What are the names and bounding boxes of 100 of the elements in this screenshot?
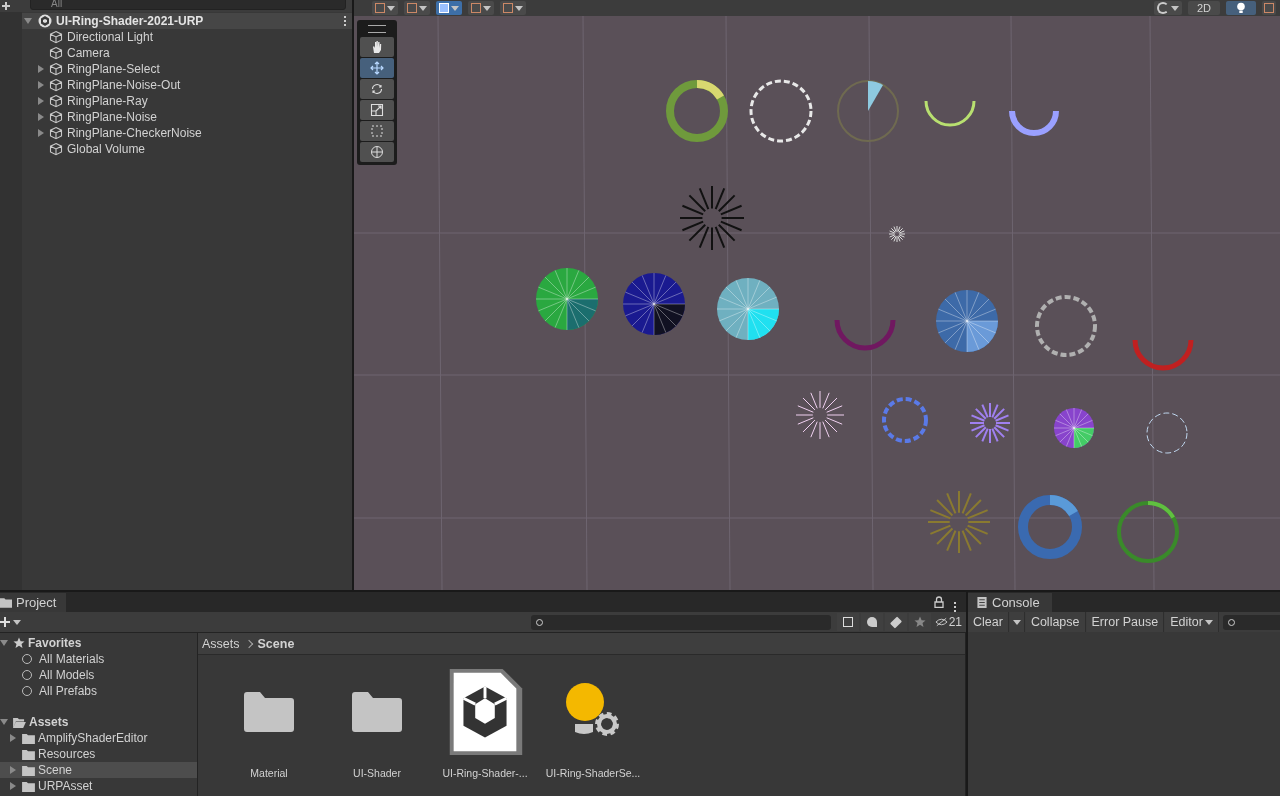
ring-effect-drawing — [1132, 339, 1194, 371]
ring-effect-drawing — [927, 490, 991, 554]
asset-name[interactable]: UI-Ring-ShaderSe... — [545, 767, 641, 779]
gizmo-icon[interactable] — [372, 1, 398, 15]
game-object-name[interactable]: RingPlane-Select — [67, 62, 160, 76]
ring-effect-drawing — [1018, 495, 1082, 559]
game-object-name[interactable]: Directional Light — [67, 30, 154, 44]
console-icon — [976, 597, 988, 608]
ring-effect-drawing — [882, 397, 928, 443]
game-object-name[interactable]: RingPlane-Noise — [67, 110, 158, 124]
foldout-arrow-icon[interactable] — [38, 129, 44, 137]
game-object-name[interactable]: RingPlane-Ray — [67, 94, 148, 108]
asset-folder-row[interactable]: URPAsset — [0, 778, 197, 794]
ring-effect-drawing — [679, 185, 745, 251]
ring-effect-drawing — [1035, 295, 1097, 357]
tag-icon[interactable] — [884, 613, 907, 631]
foldout-arrow-icon[interactable] — [10, 766, 16, 774]
move-icon — [370, 61, 384, 75]
grid-icon[interactable] — [500, 1, 526, 15]
ring-effect-drawing — [535, 267, 599, 331]
foldout-arrow-icon[interactable] — [0, 640, 8, 646]
game-object-name[interactable]: Camera — [67, 46, 110, 60]
drag-handle-icon[interactable] — [368, 25, 386, 33]
snap-icon[interactable] — [468, 1, 494, 15]
scale-icon — [370, 103, 384, 117]
favorite-search-item[interactable]: All Prefabs — [39, 684, 98, 698]
rect-tool-button[interactable] — [360, 121, 394, 141]
cube-view-icon[interactable] — [404, 1, 430, 15]
cube-icon — [49, 126, 63, 140]
ring-effect-drawing — [834, 319, 896, 351]
foldout-arrow-icon[interactable] — [10, 734, 16, 742]
star-icon — [13, 637, 25, 649]
add-icon[interactable] — [2, 2, 10, 10]
folder-icon[interactable] — [244, 692, 294, 732]
assets-label[interactable]: Assets — [29, 715, 69, 729]
grid-snap-icon[interactable] — [436, 1, 462, 15]
hidden-eye-icon — [934, 617, 948, 627]
folder-icon — [22, 732, 35, 744]
cube-icon — [49, 78, 63, 92]
folder-icon — [22, 764, 35, 776]
transform-tool-button[interactable] — [360, 142, 394, 162]
game-object-name[interactable]: Global Volume — [67, 142, 146, 156]
game-object-name[interactable]: RingPlane-CheckerNoise — [67, 126, 202, 140]
asset-name[interactable]: UI-Shader — [353, 767, 401, 779]
scale-tool-button[interactable] — [360, 100, 394, 120]
asset-name[interactable]: Material — [250, 767, 288, 779]
rect-icon — [370, 124, 384, 138]
search-field[interactable] — [530, 614, 831, 630]
folder-name: AmplifyShaderEditor — [38, 731, 148, 745]
ring-effect-drawing — [924, 100, 976, 127]
lightbulb-icon[interactable] — [1226, 1, 1256, 15]
asset-folder-row[interactable]: AmplifyShaderEditor — [0, 730, 197, 746]
game-object-name[interactable]: RingPlane-Noise-Out — [67, 78, 181, 92]
asset-folder-row[interactable]: Scene — [0, 762, 197, 778]
folder-name: URPAsset — [38, 779, 93, 793]
search-field[interactable] — [1222, 614, 1280, 630]
rotate-tool-button[interactable] — [360, 79, 394, 99]
ring-effect-drawing — [837, 80, 899, 142]
foldout-arrow-icon[interactable] — [24, 18, 32, 24]
ring-effect-drawing — [888, 225, 906, 243]
transform-icon — [370, 145, 384, 159]
ring-effect-drawing — [666, 80, 728, 142]
move-tool-button[interactable] — [360, 58, 394, 78]
ring-effect-drawing — [622, 272, 686, 336]
console-tab[interactable]: Console — [968, 593, 1052, 612]
hidden-packages-count[interactable]: 21 — [932, 615, 964, 629]
cube-icon — [49, 110, 63, 124]
cube-icon — [49, 62, 63, 76]
hand-tool-button[interactable] — [360, 37, 394, 57]
breadcrumb-link[interactable]: Scene — [257, 636, 295, 651]
ring-effect-drawing — [1009, 110, 1059, 136]
2d-toggle-button[interactable]: 2D — [1187, 1, 1220, 15]
ring-effect-drawing — [795, 390, 845, 440]
lock-icon[interactable] — [934, 596, 944, 608]
favorites-label[interactable]: Favorites — [28, 636, 82, 650]
cube-icon — [49, 94, 63, 108]
ring-effect-drawing — [935, 289, 999, 353]
ring-effect-drawing — [1117, 501, 1179, 563]
search-field[interactable]: All — [30, 0, 346, 10]
folder-name: Scene — [38, 763, 73, 777]
foldout-arrow-icon[interactable] — [38, 81, 44, 89]
favorite-search-item[interactable]: All Models — [39, 668, 95, 682]
shapes-icon[interactable] — [860, 613, 883, 631]
foldout-arrow-icon[interactable] — [38, 113, 44, 121]
render-mode-icon[interactable] — [1153, 1, 1182, 15]
create-dropdown-icon[interactable] — [0, 617, 21, 627]
breadcrumb-link[interactable]: Assets — [202, 636, 240, 651]
asset-folder-row[interactable]: Resources — [0, 746, 197, 762]
foldout-arrow-icon[interactable] — [10, 782, 16, 790]
favorite-search-item[interactable]: All Materials — [39, 652, 105, 666]
search-window-icon[interactable] — [836, 613, 859, 631]
asset-name[interactable]: UI-Ring-Shader-... — [442, 767, 528, 779]
ring-effect-drawing — [969, 402, 1011, 444]
folder-name: Resources — [38, 747, 96, 761]
foldout-arrow-icon[interactable] — [38, 97, 44, 105]
project-tab[interactable]: Project — [0, 593, 67, 612]
folder-icon — [22, 780, 35, 792]
folder-icon — [0, 597, 12, 608]
folder-icon[interactable] — [352, 692, 402, 732]
foldout-arrow-icon[interactable] — [38, 65, 44, 73]
